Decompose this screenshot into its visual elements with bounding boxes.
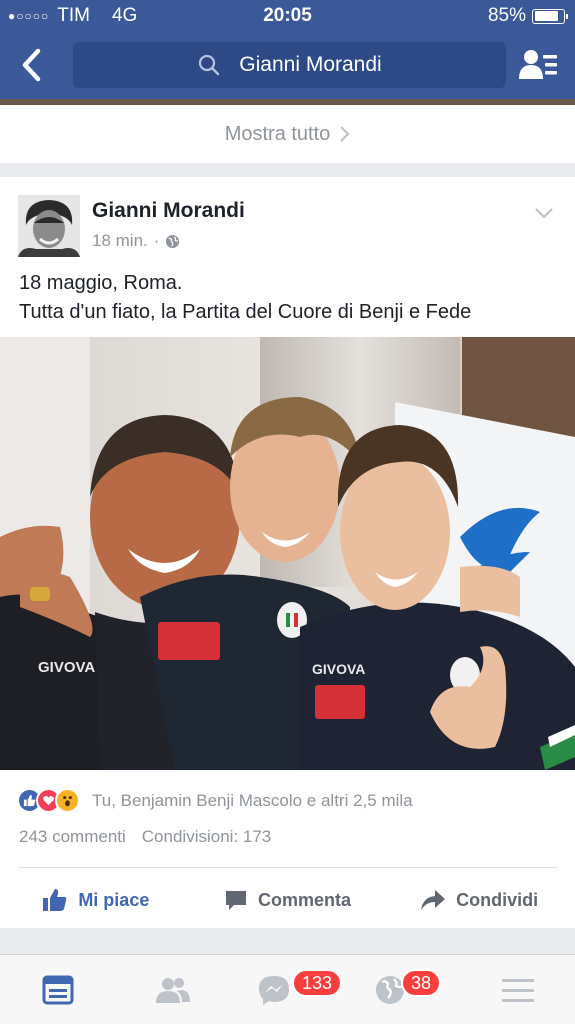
search-input[interactable]: Gianni Morandi	[73, 42, 506, 88]
avatar-photo	[18, 195, 80, 257]
post-text: 18 maggio, Roma. Tutta d'un fiato, la Pa…	[19, 269, 471, 327]
show-all-link[interactable]: Mostra tutto	[0, 105, 575, 163]
engagement-counts: 243 commenti Condivisioni: 173	[19, 827, 271, 847]
friends-icon	[155, 977, 190, 1003]
author-avatar[interactable]	[18, 195, 80, 257]
tab-messenger[interactable]: 133	[230, 955, 345, 1024]
post-time[interactable]: 18 min.	[92, 231, 148, 251]
comment-button[interactable]: Commenta	[192, 877, 384, 923]
thumbs-up-icon	[43, 889, 67, 911]
post-text-line: 18 maggio, Roma.	[19, 272, 183, 294]
battery-icon	[532, 8, 568, 24]
group-selfie-photo: GIVOVA GIVOVA GIVOVA	[0, 337, 575, 770]
reactions-summary[interactable]: Tu, Benjamin Benji Mascolo e altri 2,5 m…	[17, 788, 413, 813]
comment-icon	[226, 891, 246, 910]
share-label: Condividi	[456, 889, 539, 910]
friends-list-button[interactable]	[519, 47, 559, 83]
post-options-button[interactable]	[533, 205, 555, 221]
post-card: Gianni Morandi 18 min. · 18 maggio, Roma…	[0, 177, 575, 928]
tab-friend-requests[interactable]	[115, 955, 230, 1024]
friends-list-icon	[519, 50, 557, 79]
notifications-badge: 38	[401, 969, 442, 997]
post-author[interactable]: Gianni Morandi	[92, 199, 245, 223]
jersey-logo: GIVOVA	[38, 659, 95, 676]
navigation-bar: Gianni Morandi	[0, 33, 575, 99]
like-button[interactable]: Mi piace	[0, 877, 192, 923]
post-actions: Mi piace Commenta Condividi	[0, 877, 575, 923]
post-photo[interactable]: GIVOVA GIVOVA GIVOVA	[0, 337, 575, 770]
messenger-icon	[258, 975, 289, 1005]
share-icon	[421, 890, 446, 910]
bottom-tab-bar: 133 38	[0, 954, 575, 1024]
hamburger-menu-icon	[501, 978, 534, 1002]
chevron-down-icon	[535, 208, 553, 219]
reactions-text: Tu, Benjamin Benji Mascolo e altri 2,5 m…	[92, 790, 413, 810]
news-feed-icon	[42, 975, 73, 1004]
search-query: Gianni Morandi	[239, 53, 382, 76]
post-meta: 18 min. ·	[92, 231, 180, 251]
show-all-label: Mostra tutto	[224, 122, 331, 145]
like-label: Mi piace	[78, 889, 150, 910]
search-icon	[199, 54, 220, 76]
share-button[interactable]: Condividi	[383, 877, 575, 923]
messages-badge: 133	[292, 969, 343, 997]
comments-count[interactable]: 243 commenti	[19, 827, 126, 847]
battery-fill	[534, 11, 559, 21]
jersey-logo: GIVOVA	[312, 661, 365, 677]
back-button[interactable]	[18, 47, 48, 83]
tab-news-feed[interactable]	[0, 955, 115, 1024]
meta-separator: ·	[153, 231, 160, 250]
shares-count[interactable]: Condivisioni: 173	[142, 827, 271, 847]
post-text-line: Tutta d'un fiato, la Partita del Cuore d…	[19, 301, 472, 323]
globe-icon	[166, 234, 180, 248]
tab-notifications[interactable]: 38	[345, 955, 460, 1024]
reaction-icons	[17, 788, 80, 813]
status-bar: ●○○○○ TIM 4G 20:05 85%	[0, 0, 575, 33]
chevron-right-icon	[340, 126, 350, 142]
wow-reaction-icon	[55, 788, 80, 813]
divider	[19, 867, 557, 868]
tab-menu[interactable]	[460, 955, 575, 1024]
battery-percent: 85%	[487, 5, 526, 26]
chevron-left-icon	[22, 48, 41, 82]
comment-label: Commenta	[258, 889, 352, 910]
